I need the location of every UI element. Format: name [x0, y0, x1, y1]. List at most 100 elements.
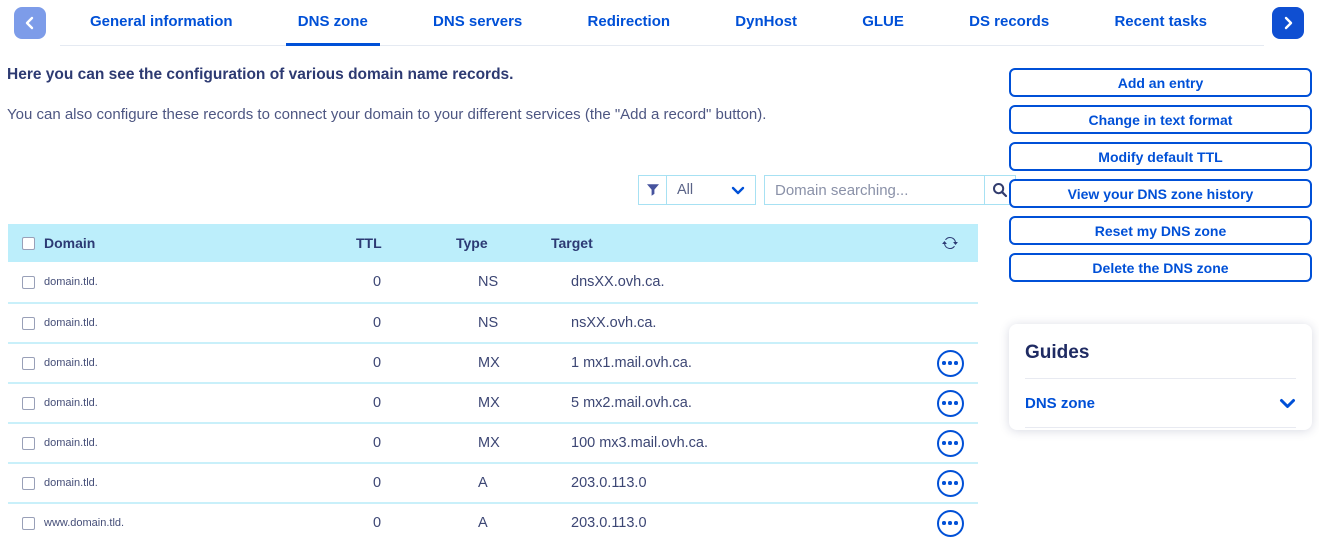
row-actions-button[interactable] [936, 509, 964, 537]
tabs-prev-button[interactable] [14, 7, 46, 39]
reset-dns-zone-button[interactable]: Reset my DNS zone [1009, 216, 1312, 245]
chevron-left-icon [23, 16, 37, 30]
row-checkbox[interactable] [22, 476, 35, 490]
domain-search-input[interactable] [764, 175, 985, 205]
tab-glue[interactable]: GLUE [850, 0, 916, 45]
row-target: 100 mx3.mail.ovh.ca. [571, 435, 709, 451]
row-domain: domain.tld. [44, 317, 98, 329]
row-domain: domain.tld. [44, 276, 98, 288]
side-panel: Add an entry Change in text format Modif… [1009, 68, 1312, 430]
row-domain: www.domain.tld. [44, 517, 125, 529]
row-ttl: 0 [373, 315, 382, 331]
row-type: A [478, 515, 488, 531]
table-body: domain.tld. 0 NS dnsXX.ovh.ca. domain.tl… [8, 262, 978, 542]
table-row: domain.tld. 0 A 203.0.113.0 [8, 462, 978, 502]
row-target: nsXX.ovh.ca. [571, 315, 657, 331]
tab-list: General information DNS zone DNS servers… [60, 0, 1264, 46]
row-checkbox[interactable] [22, 275, 35, 289]
ellipsis-icon [942, 481, 946, 485]
row-checkbox[interactable] [22, 356, 35, 370]
chevron-down-icon [731, 185, 745, 196]
ellipsis-icon [942, 521, 946, 525]
row-domain: domain.tld. [44, 437, 98, 449]
row-checkbox[interactable] [22, 436, 35, 450]
page-heading: Here you can see the configuration of va… [7, 66, 514, 83]
row-target: 203.0.113.0 [571, 475, 647, 491]
tab-recent-tasks[interactable]: Recent tasks [1102, 0, 1219, 45]
row-domain: domain.tld. [44, 477, 98, 489]
row-ttl: 0 [373, 475, 382, 491]
chevron-right-icon [1281, 16, 1295, 30]
type-filter-group: All [638, 175, 756, 205]
row-actions-button[interactable] [936, 469, 964, 497]
guides-card: Guides DNS zone [1009, 324, 1312, 430]
row-target: 1 mx1.mail.ovh.ca. [571, 355, 692, 371]
tab-general-information[interactable]: General information [78, 0, 245, 45]
guide-link-label: DNS zone [1025, 394, 1096, 412]
ellipsis-icon [942, 441, 946, 445]
row-checkbox[interactable] [22, 316, 35, 330]
table-row: domain.tld. 0 MX 100 mx3.mail.ovh.ca. [8, 422, 978, 462]
row-ttl: 0 [373, 395, 382, 411]
divider [1025, 427, 1296, 428]
row-domain: domain.tld. [44, 397, 98, 409]
table-row: www.domain.tld. 0 A 203.0.113.0 [8, 502, 978, 542]
refresh-button[interactable] [942, 235, 958, 251]
tabs-next-button[interactable] [1272, 7, 1304, 39]
row-ttl: 0 [373, 435, 382, 451]
row-type: NS [478, 315, 499, 331]
row-ttl: 0 [373, 355, 382, 371]
row-type: MX [478, 435, 500, 451]
tab-dns-zone[interactable]: DNS zone [285, 0, 380, 46]
ellipsis-icon [942, 361, 946, 365]
modify-default-ttl-button[interactable]: Modify default TTL [1009, 142, 1312, 171]
filter-row: All [638, 175, 1016, 205]
tab-dynhost[interactable]: DynHost [723, 0, 809, 45]
row-ttl: 0 [373, 515, 382, 531]
column-header-type: Type [456, 235, 488, 251]
select-all-checkbox[interactable] [22, 236, 35, 250]
row-actions-button[interactable] [936, 429, 964, 457]
table-row: domain.tld. 0 MX 5 mx2.mail.ovh.ca. [8, 382, 978, 422]
intro-section: Here you can see the configuration of va… [7, 66, 982, 123]
row-type: NS [478, 274, 499, 290]
column-header-ttl: TTL [356, 235, 382, 251]
row-checkbox[interactable] [22, 516, 35, 530]
row-target: dnsXX.ovh.ca. [571, 274, 665, 290]
delete-dns-zone-button[interactable]: Delete the DNS zone [1009, 253, 1312, 282]
dns-records-table: Domain TTL Type Target domain.tld. 0 NS … [8, 224, 978, 542]
row-target: 5 mx2.mail.ovh.ca. [571, 395, 692, 411]
row-domain: domain.tld. [44, 357, 98, 369]
column-header-target: Target [551, 235, 593, 251]
table-row: domain.tld. 0 MX 1 mx1.mail.ovh.ca. [8, 342, 978, 382]
tab-ds-records[interactable]: DS records [957, 0, 1061, 45]
search-group [764, 175, 1016, 205]
row-type: MX [478, 355, 500, 371]
page-description: You can also configure these records to … [7, 106, 767, 123]
change-text-format-button[interactable]: Change in text format [1009, 105, 1312, 134]
filter-button[interactable] [638, 175, 667, 205]
funnel-icon [646, 183, 660, 197]
row-type: A [478, 475, 488, 491]
add-entry-button[interactable]: Add an entry [1009, 68, 1312, 97]
ellipsis-icon [942, 401, 946, 405]
chevron-down-icon [1279, 397, 1296, 410]
view-dns-zone-history-button[interactable]: View your DNS zone history [1009, 179, 1312, 208]
column-header-domain: Domain [44, 235, 96, 251]
tab-redirection[interactable]: Redirection [576, 0, 683, 45]
guide-link-dns-zone[interactable]: DNS zone [1025, 379, 1296, 427]
record-type-select[interactable]: All [667, 175, 756, 205]
row-actions-button[interactable] [936, 389, 964, 417]
table-row: domain.tld. 0 NS nsXX.ovh.ca. [8, 302, 978, 342]
row-ttl: 0 [373, 274, 382, 290]
table-header-row: Domain TTL Type Target [8, 224, 978, 262]
row-target: 203.0.113.0 [571, 515, 647, 531]
tab-bar: General information DNS zone DNS servers… [0, 0, 1319, 46]
magnifier-icon [992, 182, 1008, 198]
record-type-selected-value: All [677, 182, 694, 198]
tab-dns-servers[interactable]: DNS servers [421, 0, 534, 45]
row-type: MX [478, 395, 500, 411]
row-actions-button[interactable] [936, 349, 964, 377]
guides-title: Guides [1025, 342, 1090, 363]
row-checkbox[interactable] [22, 396, 35, 410]
